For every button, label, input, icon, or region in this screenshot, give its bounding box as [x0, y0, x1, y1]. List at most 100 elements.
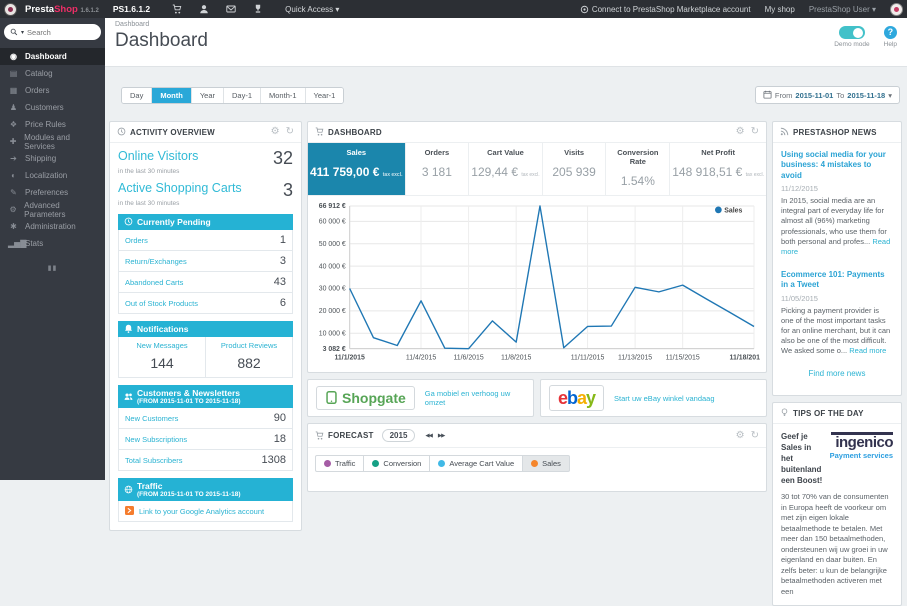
kpi-orders-tab[interactable]: Orders 3 181 — [404, 143, 469, 195]
pending-returns-row[interactable]: Return/Exchanges 3 — [119, 251, 292, 272]
svg-text:60 000 €: 60 000 € — [319, 219, 346, 226]
new-messages-cell[interactable]: New Messages 144 — [119, 337, 205, 377]
ebay-logo[interactable]: ebay — [549, 385, 605, 412]
google-analytics-link-row[interactable]: Link to your Google Analytics account — [118, 501, 293, 522]
sidebar-item-administration[interactable]: ✱ Administration — [0, 218, 105, 235]
online-visitors-link[interactable]: Online Visitors — [118, 149, 198, 163]
active-carts-subtitle: in the last 30 minutes — [118, 200, 180, 207]
news-headline[interactable]: Using social media for your business: 4 … — [781, 150, 893, 181]
shop-version: PS1.6.1.2 — [112, 4, 151, 14]
user-menu[interactable]: PrestaShop User ▾ — [809, 5, 876, 14]
news-body: Picking a payment provider is one of the… — [781, 305, 891, 356]
period-year-1-button[interactable]: Year-1 — [304, 87, 344, 103]
svg-text:11/18/201: 11/18/201 — [730, 355, 760, 362]
period-year-button[interactable]: Year — [190, 87, 223, 103]
prestashop-logo[interactable] — [4, 2, 17, 16]
dashboard-panel-title: DASHBOARD — [328, 127, 382, 137]
shopgate-link[interactable]: Ga mobiel en verhoog uw omzet — [425, 389, 525, 407]
period-month-button[interactable]: Month — [151, 87, 191, 103]
total-subscribers-row[interactable]: Total Subscribers 1308 — [119, 450, 292, 470]
ingenico-logo[interactable]: ingenico Payment services — [823, 432, 894, 459]
trophy-icon[interactable] — [253, 4, 263, 15]
kpi-conversion-rate-tab[interactable]: Conversion Rate 1.54% — [605, 143, 669, 195]
legend-conversion-button[interactable]: Conversion — [364, 455, 431, 473]
gear-icon[interactable]: ⚙ — [736, 430, 745, 441]
period-day-1-button[interactable]: Day-1 — [223, 87, 261, 103]
breadcrumb[interactable]: Dashboard — [115, 21, 897, 28]
preferences-icon: ✎ — [10, 188, 17, 197]
sidebar-item-advanced-parameters[interactable]: ⚙ Advanced Parameters — [0, 201, 105, 219]
svg-text:11/4/2015: 11/4/2015 — [406, 355, 436, 362]
out-of-stock-row[interactable]: Out of Stock Products 6 — [119, 293, 292, 313]
globe-icon — [124, 485, 133, 495]
new-subscriptions-row[interactable]: New Subscriptions 18 — [119, 429, 292, 450]
active-carts-link[interactable]: Active Shopping Carts — [118, 181, 242, 195]
abandoned-carts-row[interactable]: Abandoned Carts 43 — [119, 272, 292, 293]
find-more-news-link[interactable]: Find more news — [781, 369, 893, 378]
sidebar-search[interactable]: ▾ — [4, 24, 101, 40]
activity-overview-panel: ACTIVITY OVERVIEW ⚙ ↻ Online Visitors 32 i… — [109, 121, 302, 531]
legend-sales-button[interactable]: Sales — [523, 455, 570, 473]
new-customers-row[interactable]: New Customers 90 — [119, 408, 292, 429]
sidebar-item-shipping[interactable]: ➔ Shipping — [0, 150, 105, 167]
my-shop-link[interactable]: My shop — [765, 5, 795, 14]
kpi-net-profit-tab[interactable]: Net Profit 148 918,51 € tax excl. — [669, 143, 766, 195]
period-month-1-button[interactable]: Month-1 — [260, 87, 305, 103]
kpi-visits-tab[interactable]: Visits 205 939 — [541, 143, 606, 195]
sidebar-item-dashboard[interactable]: ◉ Dashboard — [0, 48, 105, 65]
sales-line-chart[interactable]: 66 912 € 60 000 € 50 000 € 40 000 € 30 000 €… — [312, 200, 760, 370]
help-button[interactable]: ? — [883, 26, 897, 39]
pending-orders-row[interactable]: Orders 1 — [119, 230, 292, 251]
gear-icon[interactable]: ⚙ — [271, 127, 280, 137]
sidebar-item-customers[interactable]: ♟ Customers — [0, 99, 105, 116]
sidebar-item-stats[interactable]: ▂▅▇ Stats — [0, 235, 105, 252]
period-day-button[interactable]: Day — [122, 87, 152, 103]
forecast-year[interactable]: 2015 — [381, 429, 416, 443]
main-content: Day Month Year Day-1 Month-1 Year-1 From… — [105, 67, 907, 606]
kpi-sales-tab[interactable]: Sales 411 759,00 € tax excl. — [308, 143, 405, 195]
news-panel-title: PRESTASHOP NEWS — [793, 127, 877, 137]
news-headline[interactable]: Ecommerce 101: Payments in a Tweet — [781, 270, 893, 291]
shopgate-promo: Shopgate Ga mobiel en verhoog uw omzet — [307, 379, 534, 418]
kpi-tabs: Sales 411 759,00 € tax excl. Orders 3 181 … — [308, 143, 766, 196]
help-control: ? Help — [884, 26, 897, 48]
next-year-icon[interactable]: ▶▶ — [438, 433, 446, 439]
messages-icon[interactable] — [226, 4, 236, 15]
page-header: Dashboard Dashboard Demo mode ? Help — [105, 18, 907, 67]
sidebar-item-preferences[interactable]: ✎ Preferences — [0, 184, 105, 201]
shopgate-logo[interactable]: Shopgate — [316, 386, 415, 411]
product-reviews-cell[interactable]: Product Reviews 882 — [205, 337, 292, 377]
refresh-icon[interactable]: ↻ — [286, 127, 294, 137]
ebay-link[interactable]: Start uw eBay winkel vandaag — [614, 394, 714, 403]
sidebar-item-modules[interactable]: ✚ Modules and Services — [0, 133, 105, 151]
quick-access-menu[interactable]: Quick Access ▾ — [285, 5, 339, 14]
sidebar-item-orders[interactable]: ▦ Orders — [0, 82, 105, 99]
user-avatar[interactable] — [890, 2, 903, 16]
online-visitors-value: 32 — [272, 148, 293, 168]
sidebar-item-localization[interactable]: ◐ Localization — [0, 167, 105, 184]
sidebar-collapse-button[interactable]: ▮▮ — [0, 264, 105, 272]
activity-icon — [117, 127, 126, 137]
date-range-picker[interactable]: From 2015-11-01 To 2015-11-18 ▾ — [754, 86, 900, 104]
previous-year-icon[interactable]: ◀◀ — [425, 433, 433, 439]
kpi-cart-value-tab[interactable]: Cart Value 129,44 € tax excl. — [468, 143, 541, 195]
sidebar-item-price-rules[interactable]: ❖ Price Rules — [0, 116, 105, 133]
legend-traffic-button[interactable]: Traffic — [315, 455, 365, 473]
cart-icon[interactable] — [172, 4, 182, 15]
search-input[interactable] — [27, 27, 86, 37]
refresh-icon[interactable]: ↻ — [751, 430, 759, 441]
customer-icon[interactable] — [199, 4, 209, 15]
marketplace-link[interactable]: Connect to PrestaShop Marketplace accoun… — [580, 5, 751, 14]
demo-mode-toggle[interactable] — [838, 26, 865, 39]
sidebar-item-catalog[interactable]: ▤ Catalog — [0, 65, 105, 82]
search-scope-caret-icon[interactable]: ▾ — [21, 29, 24, 36]
read-more-link[interactable]: Read more — [849, 346, 886, 355]
catalog-icon: ▤ — [9, 69, 18, 78]
legend-average-cart-value-button[interactable]: Average Cart Value — [430, 455, 524, 473]
svg-text:66 912 €: 66 912 € — [319, 203, 346, 210]
active-carts-value: 3 — [282, 180, 293, 200]
refresh-icon[interactable]: ↻ — [751, 127, 759, 137]
brand-version: 1.6.1.2 — [80, 7, 99, 14]
gear-icon[interactable]: ⚙ — [736, 127, 745, 137]
chevron-down-icon: ▾ — [335, 4, 340, 14]
